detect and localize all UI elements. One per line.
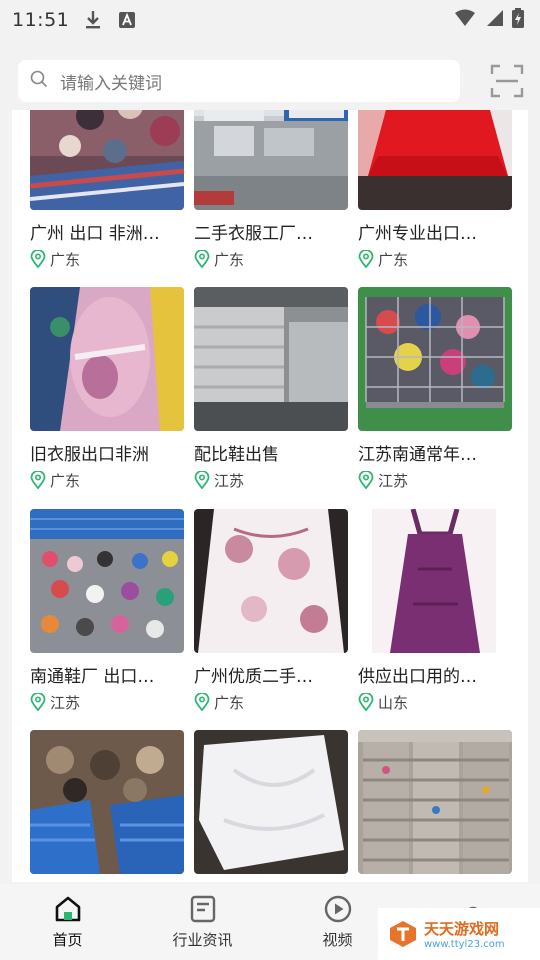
product-image <box>30 110 184 210</box>
location-text: 江苏 <box>214 471 245 490</box>
product-image <box>358 509 512 653</box>
product-card[interactable]: 广州 出口 非洲… 广东 <box>30 110 186 276</box>
product-card[interactable]: 二手衣服工厂… 广东 <box>194 110 350 276</box>
product-image <box>194 110 348 210</box>
product-location: 广东 <box>194 691 244 713</box>
product-card[interactable] <box>194 730 350 882</box>
product-location: 广东 <box>358 248 408 270</box>
nav-video-label: 视频 <box>322 930 353 949</box>
product-card[interactable] <box>30 730 186 882</box>
news-icon <box>190 895 215 922</box>
location-text: 山东 <box>378 693 409 712</box>
product-image <box>358 730 512 874</box>
location-text: 广东 <box>214 250 245 269</box>
product-image <box>358 110 512 210</box>
location-text: 广东 <box>378 250 409 269</box>
search-row: 请输入关键词 <box>0 52 540 108</box>
product-location: 山东 <box>358 691 408 713</box>
location-pin-icon <box>194 693 210 711</box>
location-text: 广东 <box>50 471 81 490</box>
product-title: 江苏南通常年… <box>358 445 477 465</box>
watermark-logo-icon <box>390 921 416 947</box>
search-placeholder: 请输入关键词 <box>60 73 162 94</box>
watermark-url: www.ttyl23.com <box>424 939 505 950</box>
scan-icon <box>490 64 524 98</box>
product-card[interactable]: 供应出口用的… 山东 <box>358 509 514 719</box>
location-pin-icon <box>194 250 210 268</box>
wifi-icon <box>454 9 476 31</box>
nav-news[interactable]: 行业资讯 <box>135 884 270 960</box>
product-image <box>194 509 348 653</box>
grid-row: 南通鞋厂 出口… 江苏 广州优质二手… 广东 供应出口用的… 山东 <box>12 509 528 730</box>
product-title: 供应出口用的… <box>358 667 477 687</box>
location-pin-icon <box>194 471 210 489</box>
watermark: 天天游戏网 www.ttyl23.com <box>378 908 540 960</box>
product-location: 广东 <box>194 248 244 270</box>
scan-button[interactable] <box>490 64 524 98</box>
product-image <box>30 509 184 653</box>
location-text: 江苏 <box>50 693 81 712</box>
product-location: 广东 <box>30 248 80 270</box>
status-time: 11:51 <box>12 9 70 31</box>
play-icon <box>324 895 351 922</box>
product-card[interactable]: 广州专业出口… 广东 <box>358 110 514 276</box>
nav-home-label: 首页 <box>52 930 83 949</box>
grid-row <box>12 730 528 882</box>
product-location: 江苏 <box>194 469 244 491</box>
signal-icon <box>484 9 504 31</box>
product-card[interactable]: 广州优质二手… 广东 <box>194 509 350 719</box>
product-image <box>30 730 184 874</box>
product-image <box>358 287 512 431</box>
grid-row: 广州 出口 非洲… 广东 二手衣服工厂… 广东 广州专业出口… 广东 <box>12 110 528 287</box>
product-image <box>30 287 184 431</box>
search-input[interactable]: 请输入关键词 <box>18 60 460 102</box>
product-title: 广州专业出口… <box>358 224 477 244</box>
location-text: 广东 <box>214 693 245 712</box>
location-text: 江苏 <box>378 471 409 490</box>
product-image <box>194 730 348 874</box>
nav-home[interactable]: 首页 <box>0 884 135 960</box>
font-app-icon <box>117 10 137 30</box>
location-text: 广东 <box>50 250 81 269</box>
product-title: 旧衣服出口非洲 <box>30 445 149 465</box>
location-pin-icon <box>358 693 374 711</box>
product-title: 南通鞋厂 出口… <box>30 667 155 687</box>
search-icon <box>30 70 48 92</box>
location-pin-icon <box>30 250 46 268</box>
product-title: 广州优质二手… <box>194 667 313 687</box>
watermark-name: 天天游戏网 <box>424 920 500 938</box>
product-card[interactable]: 配比鞋出售 江苏 <box>194 287 350 497</box>
status-bar: 11:51 <box>0 0 540 40</box>
grid-row: 旧衣服出口非洲 广东 配比鞋出售 江苏 江苏南通常年… 江苏 <box>12 287 528 508</box>
product-card[interactable]: 江苏南通常年… 江苏 <box>358 287 514 497</box>
product-image <box>194 287 348 431</box>
nav-news-label: 行业资讯 <box>172 930 233 949</box>
product-card[interactable] <box>358 730 514 882</box>
product-title: 二手衣服工厂… <box>194 224 313 244</box>
location-pin-icon <box>358 471 374 489</box>
product-location: 江苏 <box>358 469 408 491</box>
location-pin-icon <box>358 250 374 268</box>
product-title: 广州 出口 非洲… <box>30 224 160 244</box>
product-card[interactable]: 旧衣服出口非洲 广东 <box>30 287 186 497</box>
product-grid: 广州 出口 非洲… 广东 二手衣服工厂… 广东 广州专业出口… 广东 旧衣服出口… <box>12 110 528 882</box>
home-icon <box>55 896 80 921</box>
location-pin-icon <box>30 693 46 711</box>
download-icon <box>83 10 103 30</box>
product-card[interactable]: 南通鞋厂 出口… 江苏 <box>30 509 186 719</box>
battery-icon <box>512 8 524 32</box>
location-pin-icon <box>30 471 46 489</box>
product-title: 配比鞋出售 <box>194 445 279 465</box>
product-location: 广东 <box>30 469 80 491</box>
product-location: 江苏 <box>30 691 80 713</box>
